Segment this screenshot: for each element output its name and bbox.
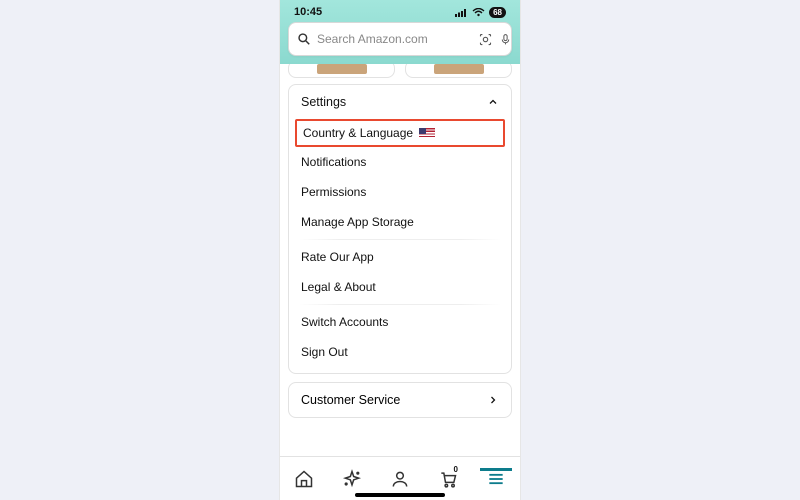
product-thumbnail[interactable] <box>288 64 395 78</box>
product-thumbnail[interactable] <box>405 64 512 78</box>
settings-item-legal-about[interactable]: Legal & About <box>289 272 511 302</box>
settings-item-manage-storage[interactable]: Manage App Storage <box>289 207 511 237</box>
status-right: 68 <box>455 7 506 18</box>
settings-item-label: Notifications <box>301 155 366 169</box>
settings-header[interactable]: Settings <box>289 85 511 119</box>
chevron-up-icon <box>487 96 499 108</box>
settings-item-permissions[interactable]: Permissions <box>289 177 511 207</box>
search-input[interactable] <box>317 32 472 46</box>
settings-title: Settings <box>301 95 346 109</box>
tab-account[interactable] <box>386 469 414 489</box>
settings-item-rate-app[interactable]: Rate Our App <box>289 242 511 272</box>
mic-icon[interactable] <box>499 31 512 47</box>
settings-item-label: Switch Accounts <box>301 315 388 329</box>
bottom-tab-bar: 0 <box>280 456 520 500</box>
settings-item-label: Manage App Storage <box>301 215 414 229</box>
us-flag-icon <box>419 128 435 138</box>
settings-item-label: Permissions <box>301 185 366 199</box>
settings-item-label: Sign Out <box>301 345 348 359</box>
tab-inspire[interactable] <box>338 469 366 489</box>
settings-item-label: Country & Language <box>303 126 413 140</box>
search-wrap <box>280 22 520 64</box>
settings-item-label: Legal & About <box>301 280 376 294</box>
customer-service-label: Customer Service <box>301 393 400 407</box>
lens-icon[interactable] <box>478 31 493 47</box>
content-area: Settings Country & Language Notification… <box>280 64 520 456</box>
settings-card: Settings Country & Language Notification… <box>288 84 512 374</box>
wifi-icon <box>472 8 485 17</box>
tab-home[interactable] <box>290 469 318 489</box>
search-bar[interactable] <box>288 22 512 56</box>
settings-item-switch-accounts[interactable]: Switch Accounts <box>289 307 511 337</box>
settings-body: Country & Language Notifications Permiss… <box>289 119 511 373</box>
battery-icon: 68 <box>489 7 506 18</box>
search-icon <box>297 31 311 47</box>
tab-cart[interactable]: 0 <box>434 469 462 489</box>
customer-service-card[interactable]: Customer Service <box>288 382 512 418</box>
status-time: 10:45 <box>294 6 322 18</box>
divider <box>299 239 501 240</box>
cart-count-badge: 0 <box>454 465 458 474</box>
home-icon <box>294 469 314 489</box>
status-bar: 10:45 68 <box>280 4 520 22</box>
sparkle-icon <box>342 469 362 489</box>
hamburger-icon <box>486 469 506 489</box>
home-indicator <box>355 493 445 497</box>
settings-item-label: Rate Our App <box>301 250 374 264</box>
phone-frame: 10:45 68 <box>280 0 520 500</box>
settings-item-sign-out[interactable]: Sign Out <box>289 337 511 367</box>
cellular-signal-icon <box>455 8 468 17</box>
app-header: 10:45 68 <box>280 0 520 64</box>
settings-item-notifications[interactable]: Notifications <box>289 147 511 177</box>
divider <box>299 304 501 305</box>
tab-menu[interactable] <box>482 469 510 489</box>
chevron-right-icon <box>487 394 499 406</box>
user-icon <box>390 469 410 489</box>
product-thumbnails <box>288 64 512 78</box>
settings-item-country-language[interactable]: Country & Language <box>295 119 505 147</box>
